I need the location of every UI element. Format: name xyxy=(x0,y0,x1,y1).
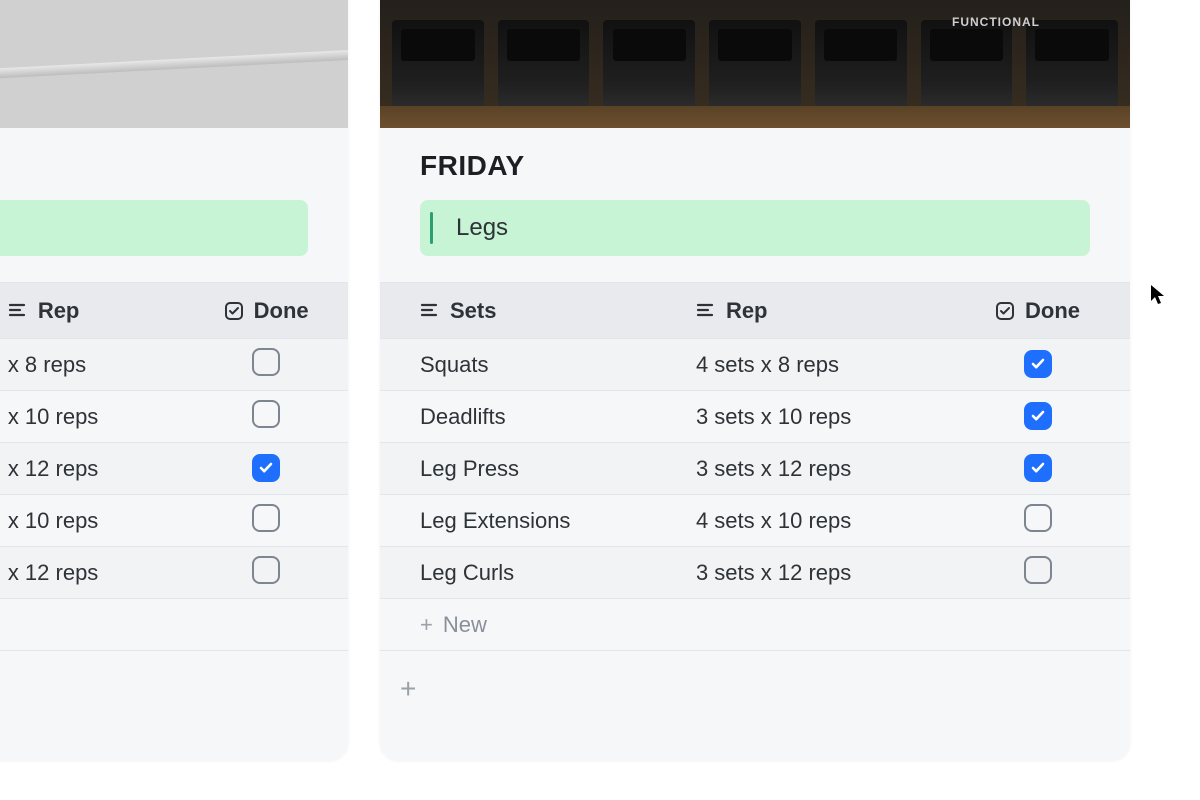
column-header-rep[interactable]: Rep xyxy=(0,283,184,339)
new-row-button[interactable]: + New xyxy=(380,599,1130,651)
cell-sets[interactable]: Leg Press xyxy=(380,443,678,495)
table-row[interactable]: x 10 reps xyxy=(0,391,348,443)
column-header-rep[interactable]: Rep xyxy=(678,283,945,339)
cover-text-functional: FUNCTIONAL xyxy=(952,15,1040,29)
exercise-rows-right: Squats4 sets x 8 repsDeadlifts3 sets x 1… xyxy=(380,339,1130,655)
table-row[interactable]: Leg Extensions4 sets x 10 reps xyxy=(380,495,1130,547)
column-header-done[interactable]: Done xyxy=(184,283,348,339)
cell-done xyxy=(945,391,1130,443)
cell-rep[interactable]: 3 sets x 10 reps xyxy=(678,391,945,443)
header-sets-label: Sets xyxy=(450,298,496,324)
cell-sets[interactable]: Leg Extensions xyxy=(380,495,678,547)
table-row[interactable]: x 10 reps xyxy=(0,495,348,547)
cell-done xyxy=(184,391,348,443)
cell-done xyxy=(945,495,1130,547)
cell-rep[interactable]: 3 sets x 12 reps xyxy=(678,443,945,495)
text-lines-icon xyxy=(696,301,716,321)
cell-rep[interactable]: x 12 reps xyxy=(0,547,184,599)
mouse-cursor-icon xyxy=(1150,284,1166,306)
add-section-button[interactable]: + xyxy=(380,655,1130,723)
table-row[interactable]: x 12 reps xyxy=(0,547,348,599)
column-header-done[interactable]: Done xyxy=(945,283,1130,339)
done-checkbox[interactable] xyxy=(252,556,280,584)
day-title: FRIDAY xyxy=(380,128,1130,200)
cell-rep[interactable]: x 12 reps xyxy=(0,443,184,495)
header-rep-label: Rep xyxy=(726,298,768,324)
table-row xyxy=(0,651,348,655)
checkbox-done-icon xyxy=(995,301,1015,321)
done-checkbox[interactable] xyxy=(252,400,280,428)
cell-rep[interactable]: 4 sets x 8 reps xyxy=(678,339,945,391)
table-row[interactable]: Leg Curls3 sets x 12 reps xyxy=(380,547,1130,599)
done-checkbox[interactable] xyxy=(1024,402,1052,430)
table-row[interactable]: Deadlifts3 sets x 10 reps xyxy=(380,391,1130,443)
text-lines-icon xyxy=(420,301,440,321)
cell-done xyxy=(184,443,348,495)
cell-rep[interactable]: x 10 reps xyxy=(0,495,184,547)
cell-sets[interactable]: Squats xyxy=(380,339,678,391)
exercise-rows-left: x 8 repsx 10 repsx 12 repsx 10 repsx 12 … xyxy=(0,339,348,655)
cell-done xyxy=(184,547,348,599)
cover-image-gym: FUNCTIONAL xyxy=(380,0,1130,128)
text-lines-icon xyxy=(8,301,28,321)
workout-card-friday: FUNCTIONAL FRIDAY Legs Sets xyxy=(380,0,1130,760)
cell-done xyxy=(945,339,1130,391)
cell-done xyxy=(945,547,1130,599)
new-row-label: New xyxy=(443,612,487,637)
new-row-button[interactable]: ++ New xyxy=(0,599,348,651)
cell-sets[interactable]: Deadlifts xyxy=(380,391,678,443)
column-header-sets[interactable]: Sets xyxy=(380,283,678,339)
cover-image-barbell xyxy=(0,0,348,128)
cell-done xyxy=(945,443,1130,495)
workout-name-chip[interactable] xyxy=(0,200,308,256)
cell-rep[interactable]: 4 sets x 10 reps xyxy=(678,495,945,547)
exercise-table: Sets Rep xyxy=(380,282,1130,655)
workout-name-text: Legs xyxy=(420,214,508,242)
cell-rep[interactable]: 3 sets x 12 reps xyxy=(678,547,945,599)
cell-rep[interactable]: x 10 reps xyxy=(0,391,184,443)
table-row[interactable]: Leg Press3 sets x 12 reps xyxy=(380,443,1130,495)
header-done-label: Done xyxy=(1025,298,1080,324)
cell-done xyxy=(184,339,348,391)
plus-icon: + xyxy=(400,673,416,704)
workout-name-chip[interactable]: Legs xyxy=(420,200,1090,256)
table-row[interactable]: x 12 reps xyxy=(0,443,348,495)
done-checkbox[interactable] xyxy=(1024,504,1052,532)
table-row[interactable]: x 8 reps xyxy=(0,339,348,391)
done-checkbox[interactable] xyxy=(1024,556,1052,584)
exercise-table: Sets Rep xyxy=(0,282,348,655)
cell-done xyxy=(184,495,348,547)
cell-rep[interactable]: x 8 reps xyxy=(0,339,184,391)
header-done-label: Done xyxy=(254,298,309,324)
workout-card-previous-day: THURSDAY Sets xyxy=(0,0,348,760)
done-checkbox[interactable] xyxy=(1024,454,1052,482)
header-rep-label: Rep xyxy=(38,298,80,324)
table-row[interactable]: Squats4 sets x 8 reps xyxy=(380,339,1130,391)
checkbox-done-icon xyxy=(224,301,244,321)
done-checkbox[interactable] xyxy=(252,348,280,376)
done-checkbox[interactable] xyxy=(252,454,280,482)
done-checkbox[interactable] xyxy=(252,504,280,532)
cell-sets[interactable]: Leg Curls xyxy=(380,547,678,599)
done-checkbox[interactable] xyxy=(1024,350,1052,378)
plus-icon: + xyxy=(420,612,433,637)
day-title: THURSDAY xyxy=(0,128,348,200)
